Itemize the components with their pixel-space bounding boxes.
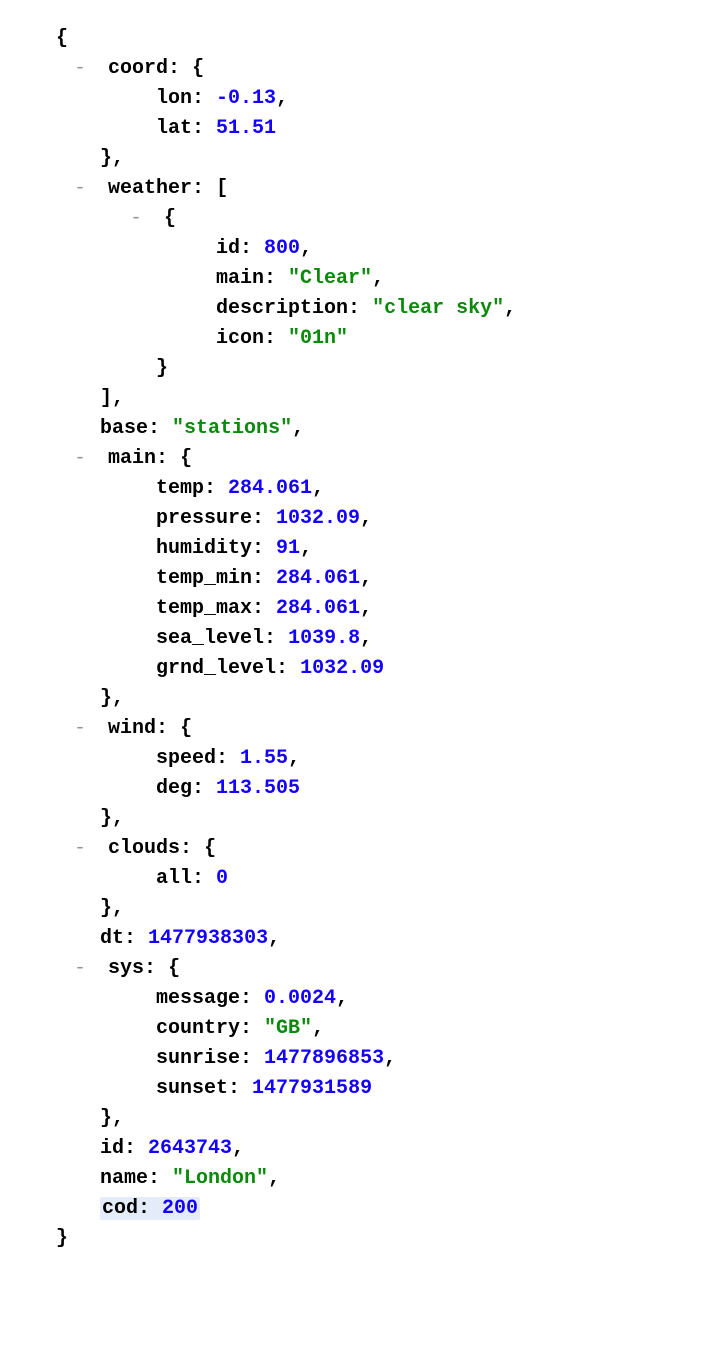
key-temp-max: temp_max: 284.061, xyxy=(16,594,702,624)
json-viewer: { - coord: { lon: -0.13, lat: 51.51 }, -… xyxy=(16,24,702,1254)
key-message: message: 0.0024, xyxy=(16,984,702,1014)
key-weather-id: id: 800, xyxy=(16,234,702,264)
key-sea-level: sea_level: 1039.8, xyxy=(16,624,702,654)
weather-close: ], xyxy=(16,384,702,414)
key-main: - main: { xyxy=(16,444,702,474)
key-weather-description: description: "clear sky", xyxy=(16,294,702,324)
key-weather-icon: icon: "01n" xyxy=(16,324,702,354)
key-humidity: humidity: 91, xyxy=(16,534,702,564)
main-close: }, xyxy=(16,684,702,714)
collapse-icon[interactable]: - xyxy=(130,204,152,234)
key-clouds: - clouds: { xyxy=(16,834,702,864)
collapse-icon[interactable]: - xyxy=(74,54,96,84)
collapse-icon[interactable]: - xyxy=(74,714,96,744)
root-open: { xyxy=(16,24,702,54)
collapse-icon[interactable]: - xyxy=(74,954,96,984)
key-wind: - wind: { xyxy=(16,714,702,744)
key-base: base: "stations", xyxy=(16,414,702,444)
key-lat: lat: 51.51 xyxy=(16,114,702,144)
key-speed: speed: 1.55, xyxy=(16,744,702,774)
key-name: name: "London", xyxy=(16,1164,702,1194)
key-coord: - coord: { xyxy=(16,54,702,84)
clouds-close: }, xyxy=(16,894,702,924)
key-pressure: pressure: 1032.09, xyxy=(16,504,702,534)
key-cod: cod: 200 xyxy=(16,1194,702,1224)
key-sunset: sunset: 1477931589 xyxy=(16,1074,702,1104)
key-id: id: 2643743, xyxy=(16,1134,702,1164)
key-deg: deg: 113.505 xyxy=(16,774,702,804)
coord-close: }, xyxy=(16,144,702,174)
key-weather-main: main: "Clear", xyxy=(16,264,702,294)
key-grnd-level: grnd_level: 1032.09 xyxy=(16,654,702,684)
key-lon: lon: -0.13, xyxy=(16,84,702,114)
key-dt: dt: 1477938303, xyxy=(16,924,702,954)
key-country: country: "GB", xyxy=(16,1014,702,1044)
collapse-icon[interactable]: - xyxy=(74,174,96,204)
collapse-icon[interactable]: - xyxy=(74,834,96,864)
key-sys: - sys: { xyxy=(16,954,702,984)
key-weather: - weather: [ xyxy=(16,174,702,204)
key-all: all: 0 xyxy=(16,864,702,894)
weather-item-open: - { xyxy=(16,204,702,234)
sys-close: }, xyxy=(16,1104,702,1134)
wind-close: }, xyxy=(16,804,702,834)
key-temp-min: temp_min: 284.061, xyxy=(16,564,702,594)
key-sunrise: sunrise: 1477896853, xyxy=(16,1044,702,1074)
weather-item-close: } xyxy=(16,354,702,384)
key-temp: temp: 284.061, xyxy=(16,474,702,504)
collapse-icon[interactable]: - xyxy=(74,444,96,474)
root-close: } xyxy=(16,1224,702,1254)
